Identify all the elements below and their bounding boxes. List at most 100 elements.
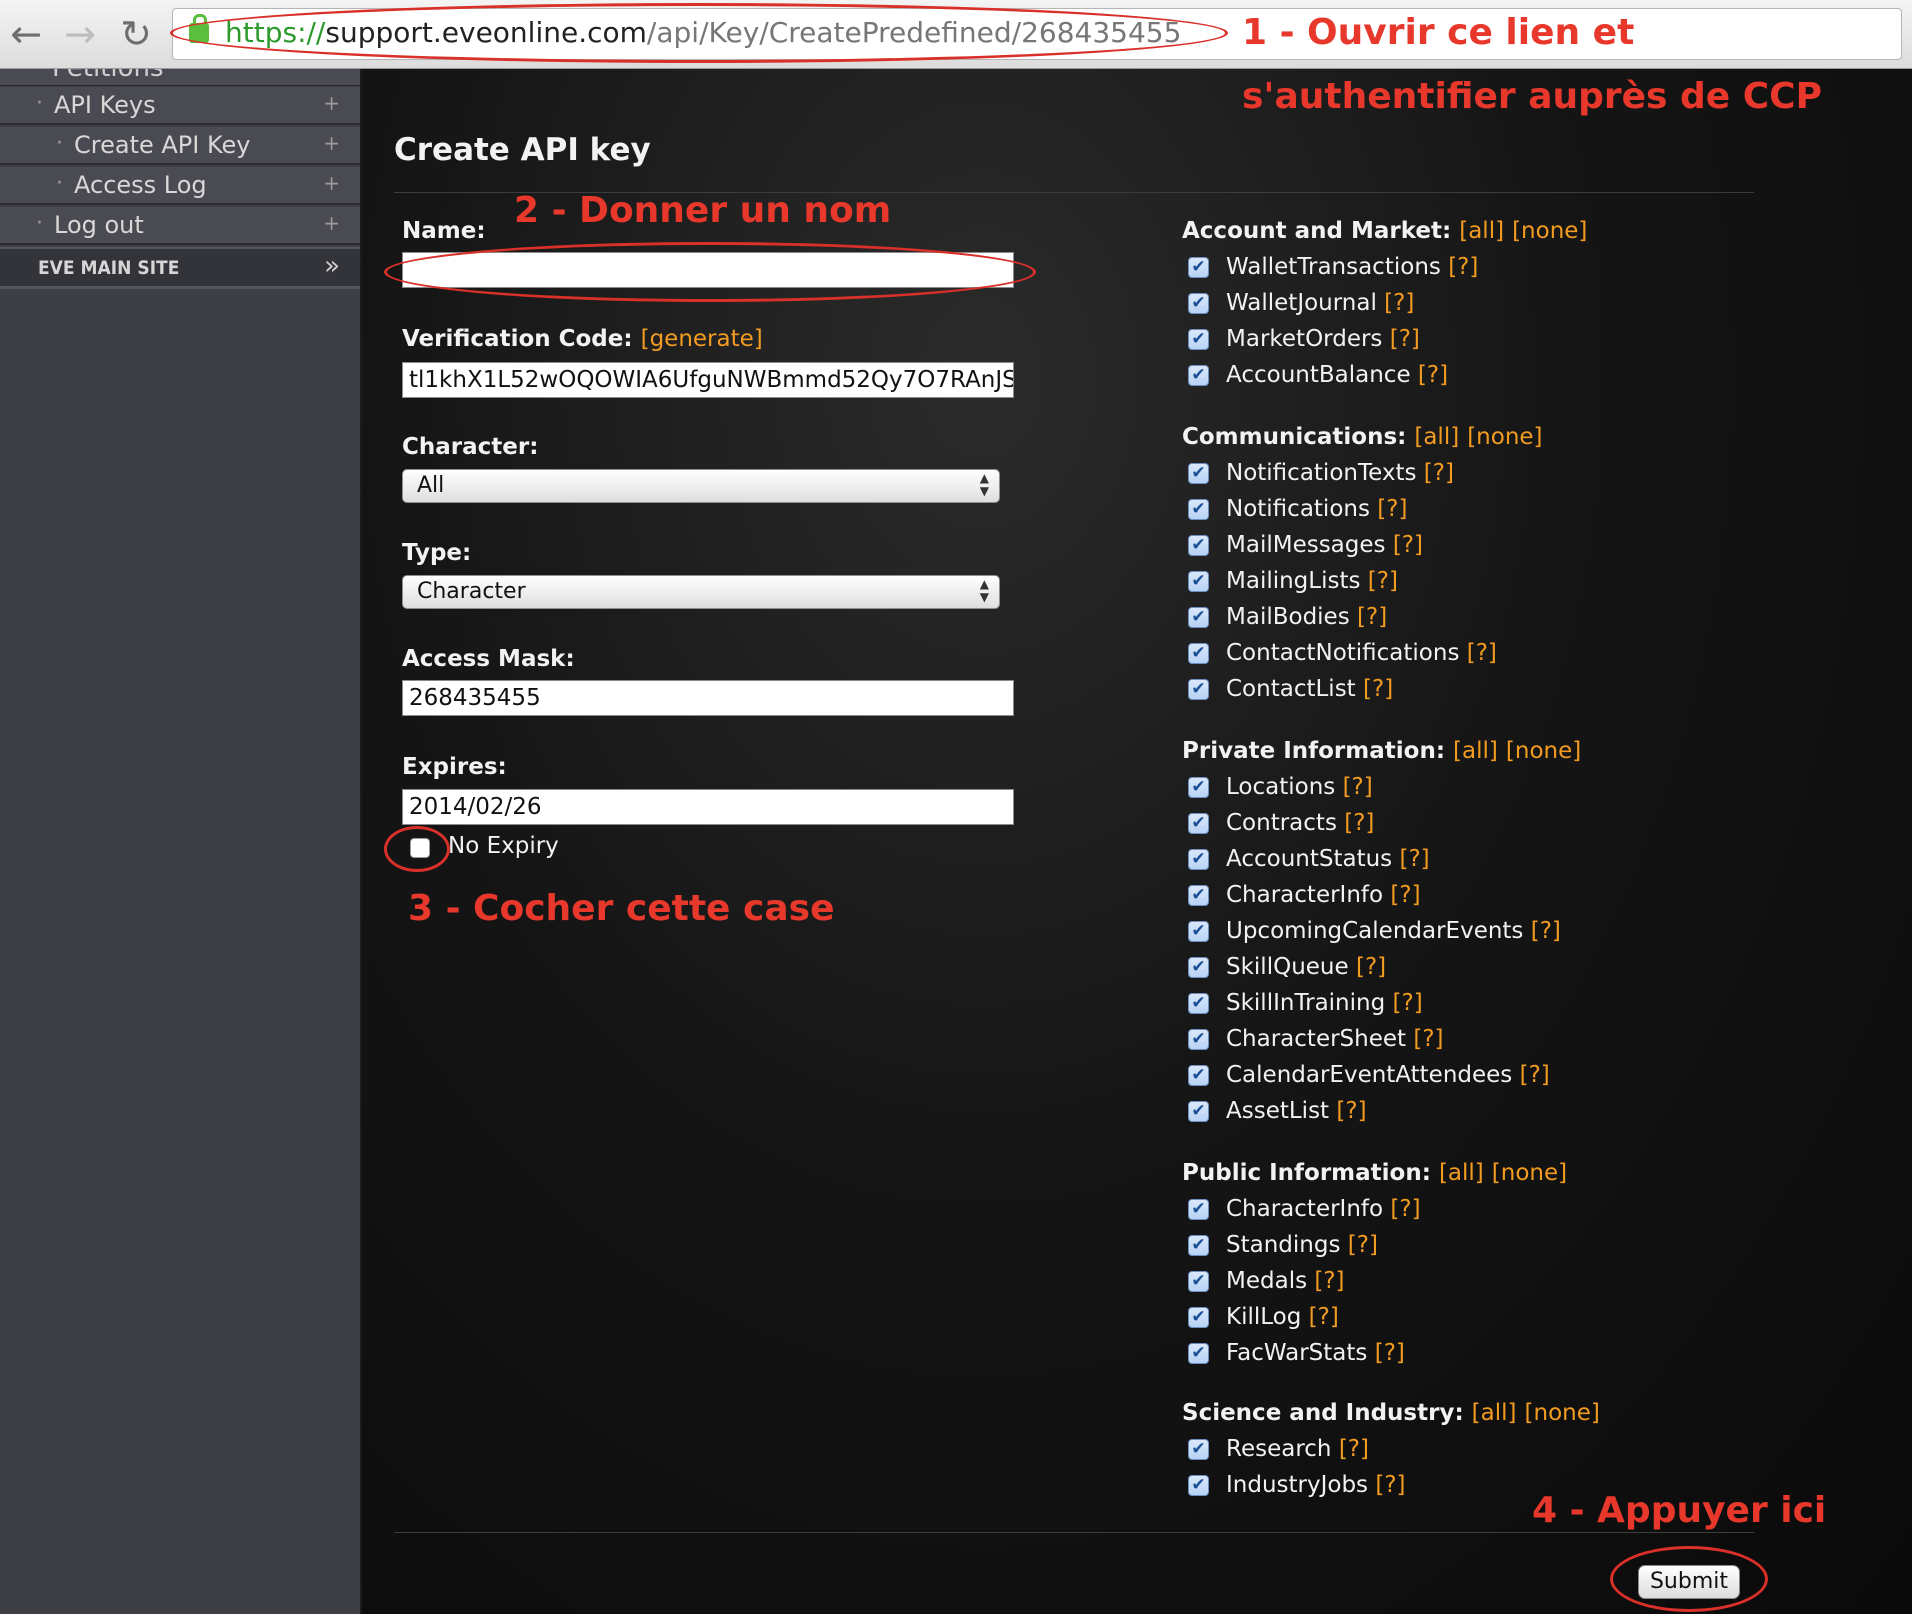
reload-icon[interactable]: ↻ — [114, 12, 158, 56]
permission-label: ContactNotifications [?] — [1226, 640, 1497, 666]
permission-group-header: Public Information: [all] [none] — [1182, 1160, 1567, 1186]
permission-checkbox[interactable]: ✔ — [1188, 957, 1209, 978]
help-link[interactable]: [?] — [1368, 568, 1398, 594]
help-link[interactable]: [?] — [1375, 1472, 1405, 1498]
permission-checkbox[interactable]: ✔ — [1188, 1029, 1209, 1050]
help-link[interactable]: [?] — [1399, 846, 1429, 872]
help-link[interactable]: [?] — [1363, 676, 1393, 702]
type-select[interactable]: Character ▲ ▼ — [402, 575, 1000, 609]
forward-arrow-icon[interactable]: → — [58, 12, 102, 56]
help-link[interactable]: [?] — [1424, 460, 1454, 486]
permission-checkbox[interactable]: ✔ — [1188, 1235, 1209, 1256]
select-all-link[interactable]: [all] — [1414, 424, 1459, 450]
help-link[interactable]: [?] — [1448, 254, 1478, 280]
permission-checkbox[interactable]: ✔ — [1188, 777, 1209, 798]
sidebar-item-log-out[interactable]: · Log out + — [0, 207, 360, 245]
help-link[interactable]: [?] — [1375, 1340, 1405, 1366]
help-link[interactable]: [?] — [1418, 362, 1448, 388]
sidebar-item-create-api-key[interactable]: · Create API Key + — [0, 127, 360, 165]
access-mask-input[interactable]: 268435455 — [402, 680, 1014, 716]
sidebar-item-cut[interactable]: Petitions — [0, 69, 360, 86]
help-link[interactable]: [?] — [1356, 954, 1386, 980]
select-none-link[interactable]: [none] — [1512, 218, 1587, 244]
permission-group-header: Private Information: [all] [none] — [1182, 738, 1581, 764]
permission-label: ContactList [?] — [1226, 676, 1393, 702]
help-link[interactable]: [?] — [1343, 774, 1373, 800]
help-link[interactable]: [?] — [1393, 532, 1423, 558]
permission-checkbox[interactable]: ✔ — [1188, 365, 1209, 386]
help-link[interactable]: [?] — [1413, 1026, 1443, 1052]
help-link[interactable]: [?] — [1377, 496, 1407, 522]
permission-checkbox[interactable]: ✔ — [1188, 607, 1209, 628]
permission-checkbox[interactable]: ✔ — [1188, 1065, 1209, 1086]
permission-checkbox[interactable]: ✔ — [1188, 571, 1209, 592]
help-link[interactable]: [?] — [1384, 290, 1414, 316]
permission-checkbox[interactable]: ✔ — [1188, 1307, 1209, 1328]
permission-label: CharacterInfo [?] — [1226, 1196, 1421, 1222]
help-link[interactable]: [?] — [1348, 1232, 1378, 1258]
select-arrows-icon: ▲ ▼ — [979, 577, 989, 604]
select-none-link[interactable]: [none] — [1525, 1400, 1600, 1426]
permission-label: CharacterInfo [?] — [1226, 882, 1421, 908]
help-link[interactable]: [?] — [1336, 1098, 1366, 1124]
select-none-link[interactable]: [none] — [1492, 1160, 1567, 1186]
permission-checkbox[interactable]: ✔ — [1188, 1439, 1209, 1460]
plus-icon: + — [323, 131, 340, 155]
permission-checkbox[interactable]: ✔ — [1188, 921, 1209, 942]
permission-checkbox[interactable]: ✔ — [1188, 1101, 1209, 1122]
bullet-icon: · — [36, 91, 43, 116]
annotation-step2: 2 - Donner un nom — [514, 190, 892, 231]
sidebar-main-site-link[interactable]: EVE MAIN SITE » — [0, 247, 360, 289]
permission-checkbox[interactable]: ✔ — [1188, 1199, 1209, 1220]
plus-icon: + — [323, 91, 340, 115]
help-link[interactable]: [?] — [1344, 810, 1374, 836]
permission-checkbox[interactable]: ✔ — [1188, 849, 1209, 870]
verification-code-input[interactable]: tl1khX1L52wOQOWIA6UfguNWBmmd52Qy7O7RAnJS… — [402, 362, 1014, 398]
help-link[interactable]: [?] — [1520, 1062, 1550, 1088]
help-link[interactable]: [?] — [1309, 1304, 1339, 1330]
select-all-link[interactable]: [all] — [1439, 1160, 1484, 1186]
back-arrow-icon[interactable]: ← — [4, 12, 48, 56]
permission-checkbox[interactable]: ✔ — [1188, 257, 1209, 278]
select-none-link[interactable]: [none] — [1506, 738, 1581, 764]
permission-checkbox[interactable]: ✔ — [1188, 1271, 1209, 1292]
permission-checkbox[interactable]: ✔ — [1188, 463, 1209, 484]
sidebar-item-access-log[interactable]: · Access Log + — [0, 167, 360, 205]
permission-checkbox[interactable]: ✔ — [1188, 1343, 1209, 1364]
permission-label: NotificationTexts [?] — [1226, 460, 1454, 486]
help-link[interactable]: [?] — [1390, 1196, 1420, 1222]
permission-checkbox[interactable]: ✔ — [1188, 993, 1209, 1014]
sidebar-item-api-keys[interactable]: · API Keys + — [0, 87, 360, 125]
help-link[interactable]: [?] — [1390, 882, 1420, 908]
permission-checkbox[interactable]: ✔ — [1188, 535, 1209, 556]
generate-link[interactable]: [generate] — [641, 326, 763, 352]
permission-checkbox[interactable]: ✔ — [1188, 499, 1209, 520]
permission-name: WalletJournal — [1226, 290, 1377, 316]
bullet-icon: · — [56, 131, 63, 156]
permission-checkbox[interactable]: ✔ — [1188, 329, 1209, 350]
permission-checkbox[interactable]: ✔ — [1188, 643, 1209, 664]
select-all-link[interactable]: [all] — [1459, 218, 1504, 244]
permission-group-title: Public Information: — [1182, 1160, 1431, 1186]
expires-input[interactable]: 2014/02/26 — [402, 789, 1014, 825]
help-link[interactable]: [?] — [1339, 1436, 1369, 1462]
select-all-link[interactable]: [all] — [1453, 738, 1498, 764]
help-link[interactable]: [?] — [1467, 640, 1497, 666]
permission-label: MailingLists [?] — [1226, 568, 1398, 594]
permission-checkbox[interactable]: ✔ — [1188, 813, 1209, 834]
character-select[interactable]: All ▲ ▼ — [402, 469, 1000, 503]
help-link[interactable]: [?] — [1390, 326, 1420, 352]
permission-checkbox[interactable]: ✔ — [1188, 885, 1209, 906]
help-link[interactable]: [?] — [1314, 1268, 1344, 1294]
select-none-link[interactable]: [none] — [1467, 424, 1542, 450]
help-link[interactable]: [?] — [1531, 918, 1561, 944]
help-link[interactable]: [?] — [1357, 604, 1387, 630]
help-link[interactable]: [?] — [1393, 990, 1423, 1016]
permission-checkbox[interactable]: ✔ — [1188, 1475, 1209, 1496]
permission-name: SkillQueue — [1226, 954, 1349, 980]
sidebar-item-label: Access Log — [74, 171, 207, 199]
select-all-link[interactable]: [all] — [1472, 1400, 1517, 1426]
permission-checkbox[interactable]: ✔ — [1188, 679, 1209, 700]
permission-checkbox[interactable]: ✔ — [1188, 293, 1209, 314]
permission-name: AccountBalance — [1226, 362, 1411, 388]
